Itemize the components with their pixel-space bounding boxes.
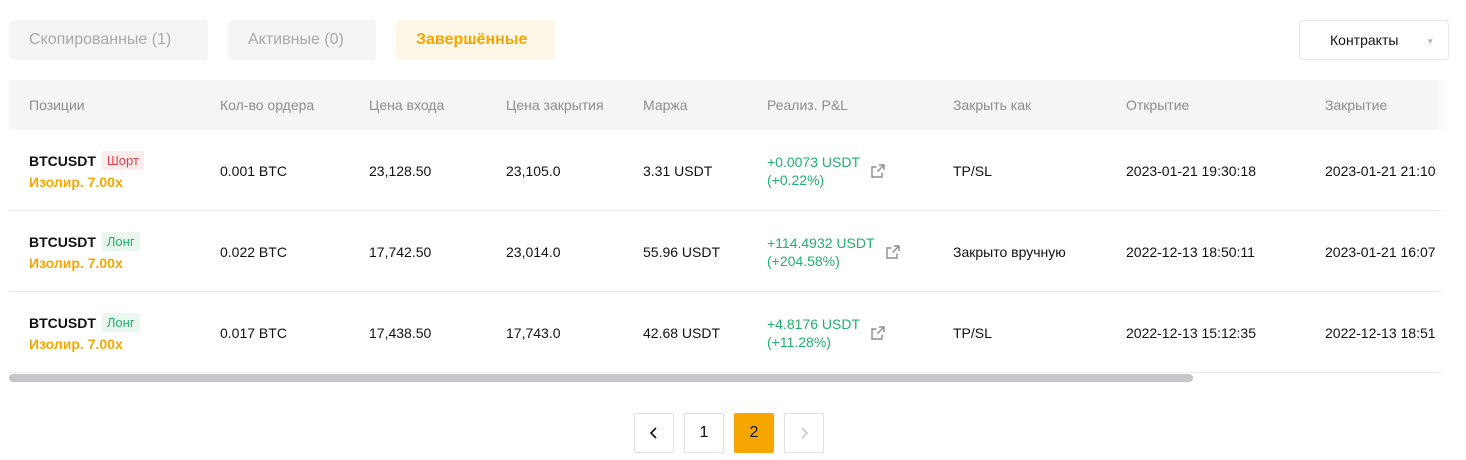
pnl-percent: (+204.58%) [767,252,840,269]
tab-active[interactable]: Активные (0) [228,20,376,60]
pnl-value: +0.0073 USDT [767,153,860,170]
external-link-icon[interactable] [870,163,886,179]
side-badge: Шорт [101,151,144,170]
contract-type-select[interactable]: Контракты ▼ [1299,20,1449,60]
page-button-2[interactable]: 2 [734,413,774,453]
contract-type-value: Контракты [1330,32,1399,48]
entry-price: 17,438.50 [369,324,432,341]
side-badge: Лонг [101,313,140,332]
closed-time: 2023-01-21 21:10 [1325,162,1436,179]
horizontal-scrollbar[interactable] [9,374,1449,382]
position-cell: BTCUSDT Лонг Изолир. 7.00x [29,211,140,292]
chevron-left-icon [649,427,657,439]
col-opened: Открытие [1126,97,1190,113]
table-row: BTCUSDT Лонг Изолир. 7.00x 0.017 BTC 17,… [9,292,1449,373]
leverage: Изолир. 7.00x [29,174,123,190]
chevron-right-icon [801,427,809,439]
qty: 0.017 BTC [220,324,287,341]
margin: 42.68 USDT [643,324,721,341]
col-entry-price: Цена входа [369,97,445,113]
position-cell: BTCUSDT Лонг Изолир. 7.00x [29,292,140,373]
pagination: 1 2 [634,413,824,453]
caret-down-icon: ▼ [1426,37,1434,46]
close-type: TP/SL [953,162,992,179]
tab-copied[interactable]: Скопированные (1) [9,20,208,60]
pnl-cell: +4.8176 USDT (+11.28%) [767,292,886,373]
close-price: 23,105.0 [506,162,561,179]
closed-time: 2023-01-21 16:07 [1325,243,1436,260]
pnl-value: +114.4932 USDT [767,234,875,251]
prev-page-button[interactable] [634,413,674,453]
page-button-1[interactable]: 1 [684,413,724,453]
pnl-cell: +0.0073 USDT (+0.22%) [767,130,886,211]
table-header: Позиции Кол-во ордера Цена входа Цена за… [9,80,1449,130]
close-price: 23,014.0 [506,243,561,260]
tab-bar: Скопированные (1) Активные (0) Завершённ… [9,20,555,60]
col-qty: Кол-во ордера [220,97,315,113]
col-closed: Закрытие [1325,97,1388,113]
scrollbar-thumb[interactable] [9,374,1193,382]
table-row: BTCUSDT Шорт Изолир. 7.00x 0.001 BTC 23,… [9,130,1449,211]
table-row: BTCUSDT Лонг Изолир. 7.00x 0.022 BTC 17,… [9,211,1449,292]
symbol: BTCUSDT [29,152,96,169]
symbol: BTCUSDT [29,314,96,331]
opened-time: 2023-01-21 19:30:18 [1126,162,1256,179]
opened-time: 2022-12-13 18:50:11 [1126,243,1255,260]
col-positions: Позиции [29,97,85,113]
pnl-percent: (+0.22%) [767,171,825,188]
external-link-icon[interactable] [870,325,886,341]
pnl-percent: (+11.28%) [767,333,831,350]
opened-time: 2022-12-13 15:12:35 [1126,324,1256,341]
closed-time: 2022-12-13 18:51 [1325,324,1436,341]
position-cell: BTCUSDT Шорт Изолир. 7.00x [29,130,144,211]
symbol: BTCUSDT [29,233,96,250]
close-type: TP/SL [953,324,992,341]
pnl-cell: +114.4932 USDT (+204.58%) [767,211,901,292]
entry-price: 23,128.50 [369,162,432,179]
positions-table: Позиции Кол-во ордера Цена входа Цена за… [9,80,1449,384]
leverage: Изолир. 7.00x [29,336,123,352]
pnl-value: +4.8176 USDT [767,315,860,332]
overflow-fade [1435,80,1449,374]
tab-completed[interactable]: Завершённые [396,20,555,60]
col-margin: Маржа [643,97,688,113]
external-link-icon[interactable] [885,244,901,260]
close-price: 17,743.0 [506,324,561,341]
col-close-price: Цена закрытия [506,97,604,113]
qty: 0.001 BTC [220,162,287,179]
col-realized-pnl: Реализ. P&L [767,97,848,113]
leverage: Изолир. 7.00x [29,255,123,271]
close-type: Закрыто вручную [953,243,1066,260]
qty: 0.022 BTC [220,243,287,260]
margin: 55.96 USDT [643,243,721,260]
margin: 3.31 USDT [643,162,713,179]
next-page-button[interactable] [784,413,824,453]
side-badge: Лонг [101,232,140,251]
entry-price: 17,742.50 [369,243,432,260]
col-close-type: Закрыть как [953,97,1032,113]
